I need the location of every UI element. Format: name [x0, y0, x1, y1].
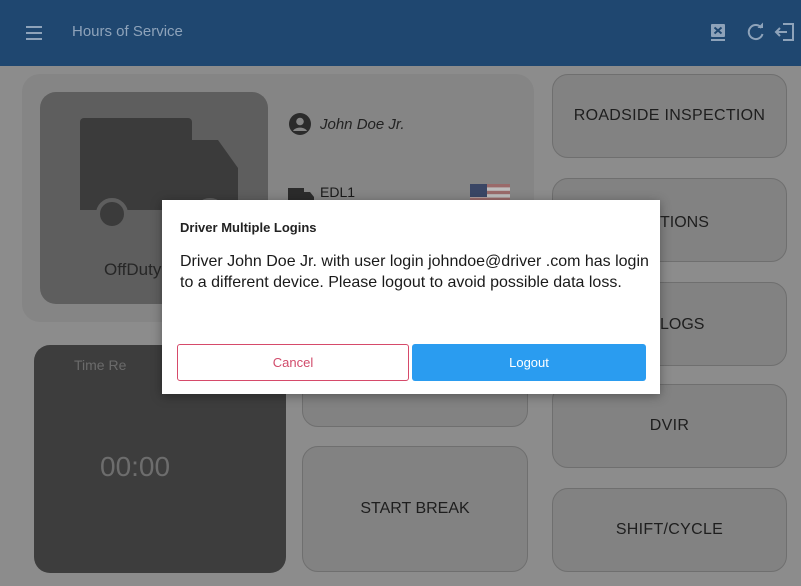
logout-icon[interactable] [773, 20, 797, 44]
cancel-button[interactable]: Cancel [177, 344, 409, 381]
time-remaining-value: 00:00 [100, 451, 171, 482]
duty-status-label: OffDuty [104, 260, 162, 279]
refresh-icon[interactable] [744, 20, 768, 44]
dialog-title: Driver Multiple Logins [180, 220, 317, 235]
driver-name: John Doe Jr. [320, 115, 405, 133]
exceptions-button-label: TIONS [660, 214, 709, 231]
hamburger-menu-icon[interactable] [26, 24, 42, 42]
start-break-button[interactable]: START BREAK [302, 446, 528, 572]
eld-label: EDL1 [320, 184, 356, 200]
logs-button-label: LOGS [660, 316, 705, 333]
close-box-icon[interactable] [706, 20, 730, 44]
time-remaining-label: Time Re [74, 357, 127, 373]
dialog-message: Driver John Doe Jr. with user login john… [180, 253, 649, 291]
dvir-button[interactable]: DVIR [552, 384, 787, 468]
app-bar: Hours of Service [0, 0, 801, 66]
roadside-inspection-button[interactable]: ROADSIDE INSPECTION [552, 74, 787, 158]
logout-button[interactable]: Logout [412, 344, 646, 381]
account-circle-icon [289, 113, 311, 135]
driver-name-row: John Doe Jr. [288, 112, 405, 136]
multiple-logins-dialog: Driver Multiple Logins Driver John Doe J… [162, 200, 660, 394]
app-title: Hours of Service [72, 23, 183, 40]
shift-cycle-button[interactable]: SHIFT/CYCLE [552, 488, 787, 572]
